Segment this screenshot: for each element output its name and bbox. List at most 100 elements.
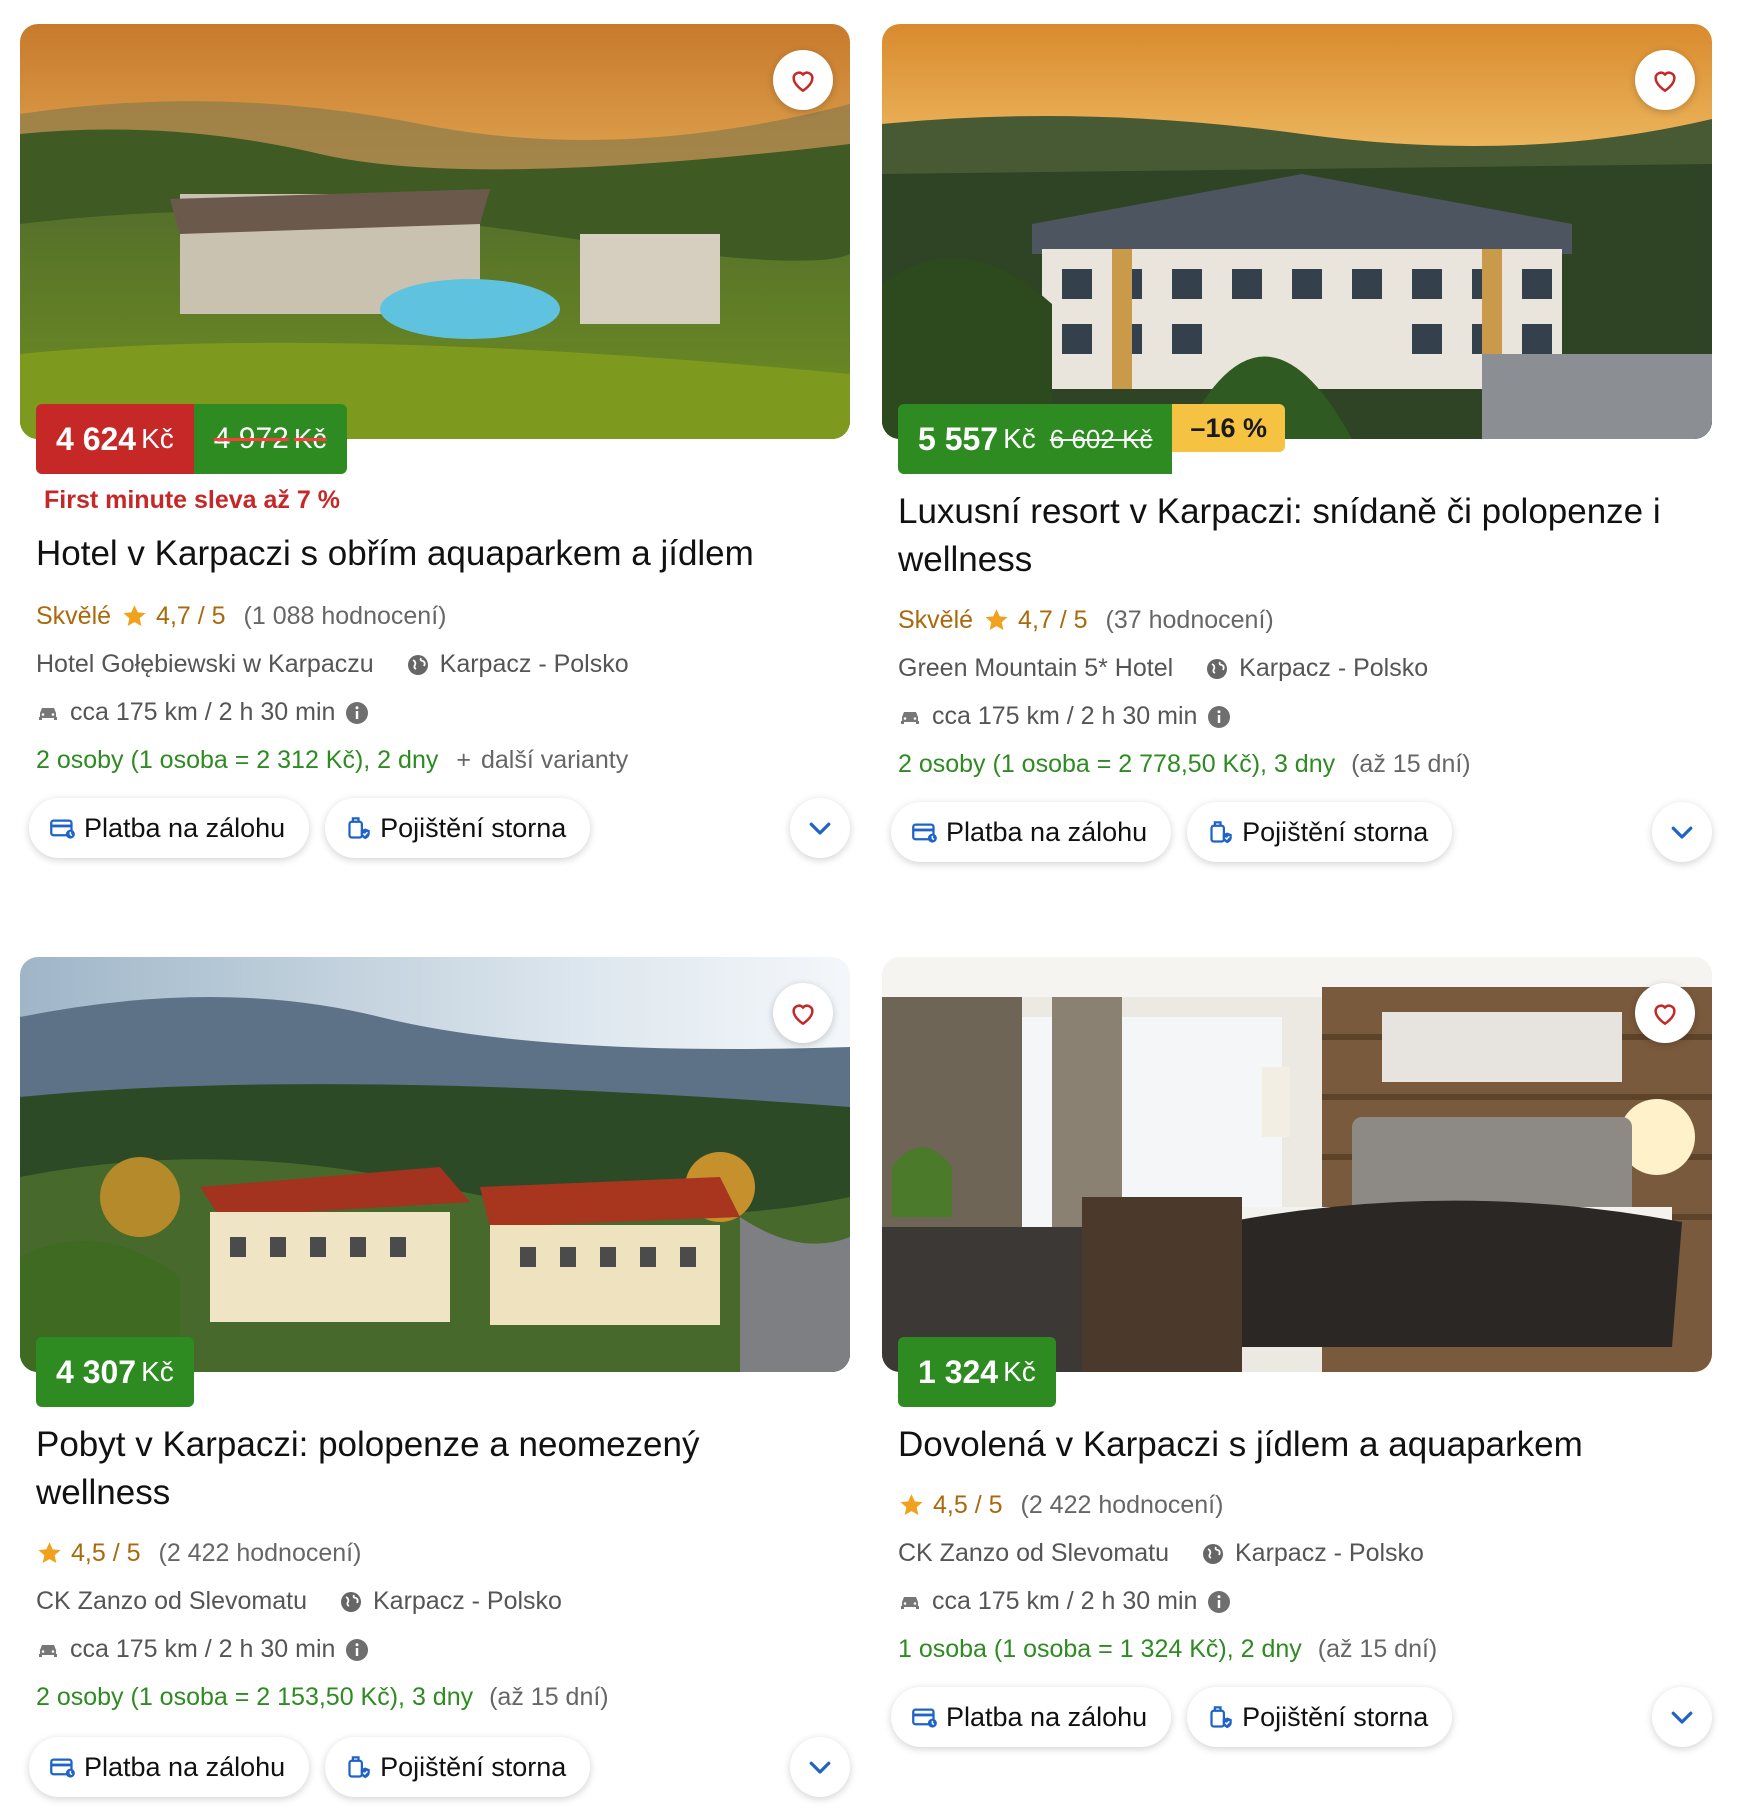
insurance-chip[interactable]: Pojištění storna: [1187, 802, 1453, 862]
credit-card-icon: [912, 1708, 937, 1728]
feature-chips: Platba na zálohu Pojištění storna: [891, 802, 1453, 862]
location: Karpacz - Polsko: [1234, 1539, 1424, 1567]
feature-chips: Platba na zálohu Pojištění storna: [29, 1737, 591, 1797]
offer-summary: 1 osoba (1 osoba = 1 324 Kč), 2 dny: [898, 1635, 1302, 1663]
car-icon: [901, 1596, 919, 1609]
globe-icon: [1202, 1543, 1223, 1564]
favorite-button[interactable]: [773, 983, 833, 1043]
distance: cca 175 km / 2 h 30 min: [932, 1587, 1198, 1615]
insurance-chip[interactable]: Pojištění storna: [325, 1737, 591, 1797]
insurance-chip-label: Pojištění storna: [1242, 816, 1429, 847]
location: Karpacz - Polsko: [372, 1587, 562, 1615]
rating: 4,5 / 5 (2 422 hodnocení): [898, 1491, 1223, 1520]
globe-icon: [340, 1591, 361, 1612]
favorite-button[interactable]: [1635, 50, 1695, 110]
info-icon[interactable]: [1207, 1590, 1231, 1614]
offer-summary: 2 osoby (1 osoba = 2 153,50 Kč), 3 dny: [36, 1683, 474, 1711]
payment-chip[interactable]: Platba na zálohu: [29, 798, 310, 858]
rating: 4,5 / 5 (2 422 hodnocení): [36, 1539, 361, 1568]
star-icon: [900, 1494, 923, 1515]
favorite-button[interactable]: [773, 50, 833, 110]
insurance-chip[interactable]: Pojištění storna: [1187, 1687, 1453, 1747]
offer-row: 1 osoba (1 osoba = 1 324 Kč), 2 dny (až …: [898, 1635, 1437, 1664]
heart-icon: [792, 1004, 814, 1026]
chevron-down-icon: [1671, 826, 1693, 839]
distance: cca 175 km / 2 h 30 min: [932, 702, 1198, 730]
insurance-chip[interactable]: Pojištění storna: [325, 798, 591, 858]
offer-note: (až 15 dní): [1351, 750, 1471, 778]
rating-count: (1 088 hodnocení): [243, 602, 447, 630]
location: Karpacz - Polsko: [439, 650, 629, 678]
distance: cca 175 km / 2 h 30 min: [70, 1635, 336, 1663]
rating-word: Skvělé: [36, 602, 112, 630]
info-icon[interactable]: [345, 1638, 369, 1662]
luggage-shield-icon: [1210, 820, 1232, 843]
price-badge: 4 307 Kč: [36, 1337, 194, 1407]
favorite-button[interactable]: [1635, 983, 1695, 1043]
deal-card[interactable]: 5 557 Kč 6 602 Kč –16 % Luxusní resort v …: [882, 24, 1712, 874]
hotel-photo[interactable]: [882, 957, 1712, 1372]
deal-card[interactable]: 1 324 Kč Dovolená v Karpaczi s jídlem a a…: [882, 957, 1712, 1807]
rating-count: (2 422 hodnocení): [158, 1539, 362, 1567]
globe-icon: [407, 654, 428, 675]
credit-card-icon: [912, 823, 937, 843]
original-price: 4 972 Kč: [193, 404, 347, 474]
hotel-photo[interactable]: [20, 24, 850, 439]
insurance-chip-label: Pojištění storna: [380, 812, 567, 843]
expand-button[interactable]: [790, 1737, 850, 1797]
deal-card[interactable]: 4 624 Kč 4 972 Kč First minute sleva až 7 …: [20, 24, 850, 874]
chevron-down-icon: [809, 1761, 831, 1774]
payment-chip-label: Platba na zálohu: [84, 1751, 286, 1782]
rating-score: 4,5 / 5: [933, 1491, 1003, 1519]
provider-location: CK Zanzo od Slevomatu Karpacz - Polsko: [36, 1587, 562, 1616]
distance-row: cca 175 km / 2 h 30 min: [36, 1635, 369, 1664]
deal-title[interactable]: Pobyt v Karpaczi: polopenze a neomezený …: [36, 1421, 836, 1517]
payment-chip[interactable]: Platba na zálohu: [29, 1737, 310, 1797]
payment-chip-label: Platba na zálohu: [946, 816, 1148, 847]
provider-name: CK Zanzo od Slevomatu: [898, 1539, 1169, 1567]
payment-chip[interactable]: Platba na zálohu: [891, 1687, 1172, 1747]
provider-location: Hotel Gołębiewski w Karpaczu Karpacz - P…: [36, 650, 629, 679]
chevron-down-icon: [809, 822, 831, 835]
offer-row: 2 osoby (1 osoba = 2 153,50 Kč), 3 dny (…: [36, 1683, 609, 1712]
offer-row: 2 osoby (1 osoba = 2 778,50 Kč), 3 dny (…: [898, 750, 1471, 779]
rating-word: Skvělé: [898, 606, 974, 634]
expand-button[interactable]: [1652, 1687, 1712, 1747]
rating-count: (2 422 hodnocení): [1020, 1491, 1224, 1519]
current-price: 5 557 Kč 6 602 Kč: [898, 404, 1173, 474]
deal-title[interactable]: Hotel v Karpaczi s obřím aquaparkem a jí…: [36, 530, 836, 578]
deal-title[interactable]: Dovolená v Karpaczi s jídlem a aquaparke…: [898, 1421, 1698, 1469]
plus-icon: +: [456, 746, 471, 774]
payment-chip[interactable]: Platba na zálohu: [891, 802, 1172, 862]
heart-icon: [1654, 71, 1676, 93]
original-price: 6 602 Kč: [1049, 423, 1153, 454]
star-icon: [985, 609, 1008, 630]
deal-title[interactable]: Luxusní resort v Karpaczi: snídaně či po…: [898, 488, 1698, 584]
payment-chip-label: Platba na zálohu: [84, 812, 286, 843]
expand-button[interactable]: [790, 798, 850, 858]
rating-score: 4,5 / 5: [71, 1539, 141, 1567]
info-icon[interactable]: [345, 701, 369, 725]
offer-row: 2 osoby (1 osoba = 2 312 Kč), 2 dny + da…: [36, 746, 628, 775]
expand-button[interactable]: [1652, 802, 1712, 862]
luggage-shield-icon: [1210, 1705, 1232, 1728]
provider-name: Green Mountain 5* Hotel: [898, 654, 1174, 682]
info-icon[interactable]: [1207, 705, 1231, 729]
luggage-shield-icon: [348, 816, 370, 839]
hotel-photo[interactable]: [20, 957, 850, 1372]
car-icon: [901, 711, 919, 724]
car-icon: [39, 1644, 57, 1657]
chevron-down-icon: [1671, 1711, 1693, 1724]
distance: cca 175 km / 2 h 30 min: [70, 698, 336, 726]
offer-note: (až 15 dní): [489, 1683, 609, 1711]
current-price: 4 307 Kč: [36, 1337, 194, 1407]
hotel-photo[interactable]: [882, 24, 1712, 439]
provider-name: CK Zanzo od Slevomatu: [36, 1587, 307, 1615]
deal-card[interactable]: 4 307 Kč Pobyt v Karpaczi: polopenze a ne…: [20, 957, 850, 1807]
globe-icon: [1207, 658, 1228, 679]
distance-row: cca 175 km / 2 h 30 min: [898, 1587, 1231, 1616]
more-variants-link[interactable]: další varianty: [481, 746, 628, 775]
price-badge: 5 557 Kč 6 602 Kč –16 %: [898, 404, 1285, 474]
rating: Skvělé 4,7 / 5 (1 088 hodnocení): [36, 602, 446, 631]
offer-summary: 2 osoby (1 osoba = 2 312 Kč), 2 dny: [36, 746, 439, 774]
